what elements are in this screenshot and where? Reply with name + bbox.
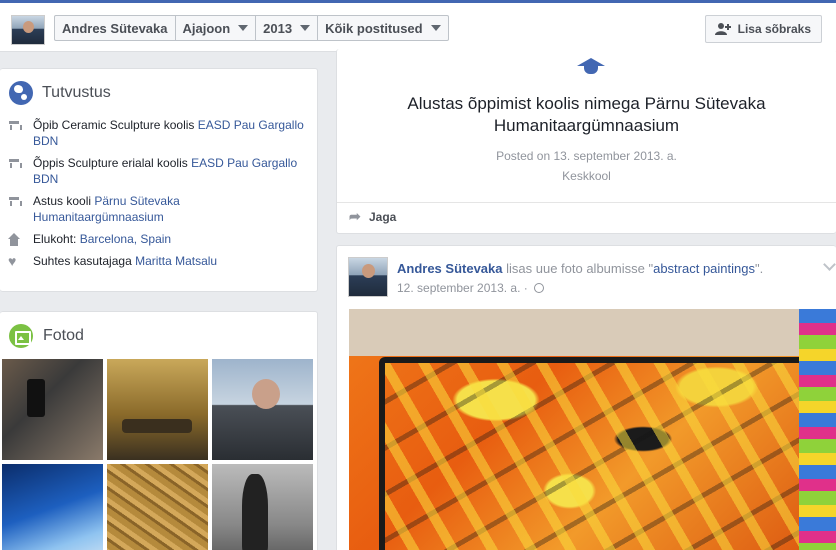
- profile-avatar[interactable]: [11, 15, 45, 45]
- post-photo[interactable]: [349, 309, 836, 550]
- chevron-down-icon: [238, 25, 249, 31]
- intro-card: Tutvustus Õpib Ceramic Sculpture koolis …: [0, 68, 318, 292]
- posts-filter-dropdown[interactable]: Kõik postitused: [318, 16, 448, 40]
- add-friend-icon: [714, 22, 732, 36]
- photo-grid: [2, 359, 314, 550]
- album-link[interactable]: abstract paintings: [653, 261, 755, 276]
- life-event-title: Alustas õppimist koolis nimega Pärnu Süt…: [407, 94, 766, 135]
- photos-title: Fotod: [43, 327, 84, 344]
- timeline-navbar: Andres Sütevaka Ajajoon 2013 Kõik postit…: [0, 0, 836, 52]
- photo-thumbnail[interactable]: [212, 464, 313, 550]
- timeline-breadcrumb: Andres Sütevaka Ajajoon 2013 Kõik postit…: [54, 15, 449, 41]
- post-author-link[interactable]: Andres Sütevaka: [397, 261, 503, 276]
- timeline-dropdown[interactable]: Ajajoon: [176, 16, 257, 40]
- photo-post-card: Andres Sütevaka lisas uue foto albumisse…: [336, 245, 836, 550]
- photo-thumbnail[interactable]: [107, 359, 208, 460]
- intro-item-studied: Õppis Sculpture erialal koolis EASD Pau …: [0, 155, 317, 187]
- photos-card: Fotod: [0, 311, 318, 550]
- chevron-down-icon: [300, 25, 311, 31]
- life-event-date[interactable]: 13. september 2013. a.: [553, 149, 676, 163]
- photos-header[interactable]: Fotod: [0, 312, 317, 360]
- intro-item-attended: Astus kooli Pärnu Sütevaka Humanitaargüm…: [0, 193, 317, 225]
- globe-icon: [9, 81, 33, 105]
- intro-title: Tutvustus: [42, 84, 111, 101]
- post-date-link[interactable]: 12. september 2013. a. ·: [397, 281, 528, 295]
- photo-thumbnail[interactable]: [212, 359, 313, 460]
- heart-icon: [8, 253, 24, 269]
- intro-item-relationship: Suhtes kasutajaga Maritta Matsalu: [0, 253, 317, 269]
- post-timestamp: 12. september 2013. a. ·: [397, 281, 544, 295]
- life-event-card: Alustas õppimist koolis nimega Pärnu Süt…: [336, 49, 836, 234]
- post-options-chevron-icon[interactable]: [823, 258, 836, 271]
- graduation-cap-icon: [577, 58, 607, 80]
- school-icon: [8, 159, 24, 169]
- divider: [337, 202, 836, 203]
- photo-thumbnail[interactable]: [2, 359, 103, 460]
- post-header: Andres Sütevaka lisas uue foto albumisse…: [397, 261, 764, 276]
- share-button[interactable]: Jaga: [349, 208, 396, 225]
- add-friend-button[interactable]: Lisa sõbraks: [704, 15, 822, 43]
- chevron-down-icon: [430, 25, 441, 31]
- home-icon: [8, 233, 24, 246]
- intro-item-residence: Elukoht: Barcelona, Spain: [0, 231, 317, 247]
- city-link[interactable]: Barcelona, Spain: [80, 232, 171, 246]
- intro-item-study: Õpib Ceramic Sculpture koolis EASD Pau G…: [0, 117, 317, 149]
- year-dropdown[interactable]: 2013: [256, 16, 319, 40]
- partner-link[interactable]: Maritta Matsalu: [135, 254, 217, 268]
- profile-name-link[interactable]: Andres Sütevaka: [55, 16, 176, 40]
- photos-icon: [9, 324, 33, 348]
- post-author-avatar[interactable]: [348, 257, 388, 297]
- share-icon: [349, 208, 363, 225]
- life-event-meta: Posted on 13. september 2013. a. Keskkoo…: [337, 146, 836, 186]
- photo-thumbnail[interactable]: [107, 464, 208, 550]
- intro-header: Tutvustus: [0, 69, 317, 117]
- school-icon: [8, 197, 24, 207]
- school-icon: [8, 121, 24, 131]
- photo-thumbnail[interactable]: [2, 464, 103, 550]
- public-globe-icon: [533, 283, 544, 293]
- life-event-category: Keskkool: [562, 169, 611, 183]
